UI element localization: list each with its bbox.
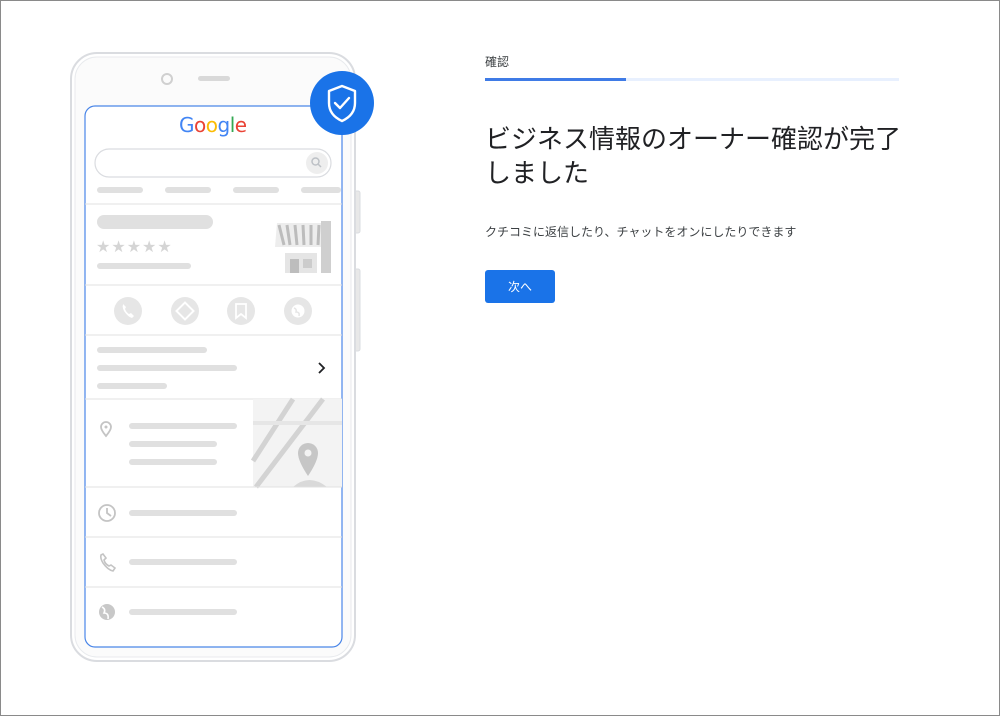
page-title: ビジネス情報のオーナー確認が完了しました xyxy=(485,125,902,189)
store-icon xyxy=(275,221,331,273)
tab-placeholder xyxy=(233,187,279,193)
business-category-placeholder xyxy=(97,263,191,269)
google-logo-letter: o xyxy=(194,113,206,137)
map-thumbnail xyxy=(250,397,342,489)
phone-placeholder xyxy=(129,559,237,565)
tab-placeholder xyxy=(97,187,143,193)
bookmark-icon xyxy=(227,297,255,325)
tab-placeholder xyxy=(165,187,211,193)
star-rating: ★★★★★ xyxy=(96,237,173,256)
illustration-search-bar xyxy=(94,148,332,178)
progress-bar-fill xyxy=(485,78,626,81)
phone-speaker xyxy=(198,76,230,81)
verified-shield-icon xyxy=(310,71,374,135)
info-placeholder xyxy=(97,365,237,371)
progress-bar xyxy=(485,78,899,81)
page-frame: Google ★★★★★ 確認 ビジネス情報のオーナー確認が完了しました クチコ… xyxy=(0,0,1000,716)
google-logo-letter: o xyxy=(205,113,218,137)
website-globe-icon xyxy=(99,604,115,620)
phone-icon xyxy=(114,297,142,325)
step-label: 確認 xyxy=(485,55,510,69)
hours-placeholder xyxy=(129,510,237,516)
google-logo-letter: g xyxy=(217,113,231,137)
business-name-placeholder xyxy=(97,215,213,229)
phone-illustration: Google ★★★★★ xyxy=(61,41,391,671)
search-icon xyxy=(306,152,328,174)
globe-icon xyxy=(284,297,312,325)
google-logo-letter: e xyxy=(234,113,247,137)
address-placeholder xyxy=(129,423,237,429)
google-logo-letter: G xyxy=(179,113,195,137)
info-placeholder xyxy=(97,347,207,353)
tab-placeholder xyxy=(301,187,341,193)
info-placeholder xyxy=(97,383,167,389)
google-logo: Google xyxy=(179,113,247,137)
website-placeholder xyxy=(129,609,237,615)
directions-icon xyxy=(171,297,199,325)
address-placeholder xyxy=(129,459,217,465)
next-button[interactable]: 次へ xyxy=(485,270,555,303)
page-description: クチコミに返信したり、チャットをオンにしたりできます xyxy=(485,225,797,239)
address-placeholder xyxy=(129,441,217,447)
